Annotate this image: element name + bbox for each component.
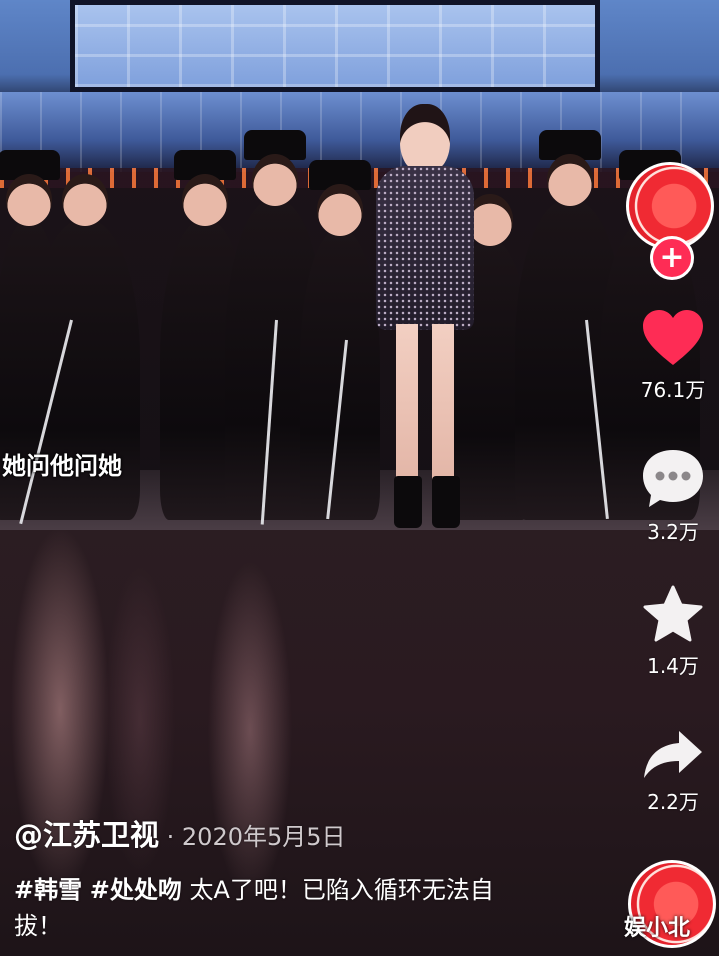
- like-button[interactable]: 76.1万: [630, 308, 716, 403]
- description-text: 太A了吧！已陷入循环无法自拔！: [14, 876, 494, 940]
- hashtag-link[interactable]: #韩雪: [14, 876, 82, 904]
- video-subtitle: 她问他问她: [2, 452, 122, 480]
- star-icon: [643, 585, 703, 642]
- favorite-button[interactable]: 1.4万: [630, 584, 716, 679]
- comment-bubble-icon: [643, 450, 703, 507]
- share-count: 2.2万: [647, 790, 699, 814]
- follow-button[interactable]: +: [650, 236, 694, 280]
- post-date: 2020年5月5日: [181, 823, 346, 851]
- stage-ceiling: [70, 0, 600, 92]
- singer: [372, 104, 478, 530]
- share-button[interactable]: 2.2万: [630, 728, 716, 815]
- comment-button[interactable]: 3.2万: [630, 446, 716, 545]
- dancer: [300, 160, 380, 520]
- author-name[interactable]: @江苏卫视: [14, 818, 159, 852]
- watermark: 娱小北: [624, 916, 691, 941]
- comment-count: 3.2万: [647, 520, 699, 544]
- meta-separator: ·: [159, 823, 182, 851]
- hashtag-link[interactable]: #处处吻: [90, 876, 182, 904]
- post-meta: @江苏卫视 · 2020年5月5日: [14, 812, 346, 854]
- favorite-count: 1.4万: [647, 654, 699, 678]
- post-description: #韩雪 #处处吻 太A了吧！已陷入循环无法自拔！: [14, 872, 534, 944]
- heart-icon: [643, 310, 703, 365]
- share-arrow-icon: [644, 731, 702, 778]
- video-player[interactable]: 她问他问她: [0, 0, 719, 530]
- like-count: 76.1万: [640, 378, 706, 402]
